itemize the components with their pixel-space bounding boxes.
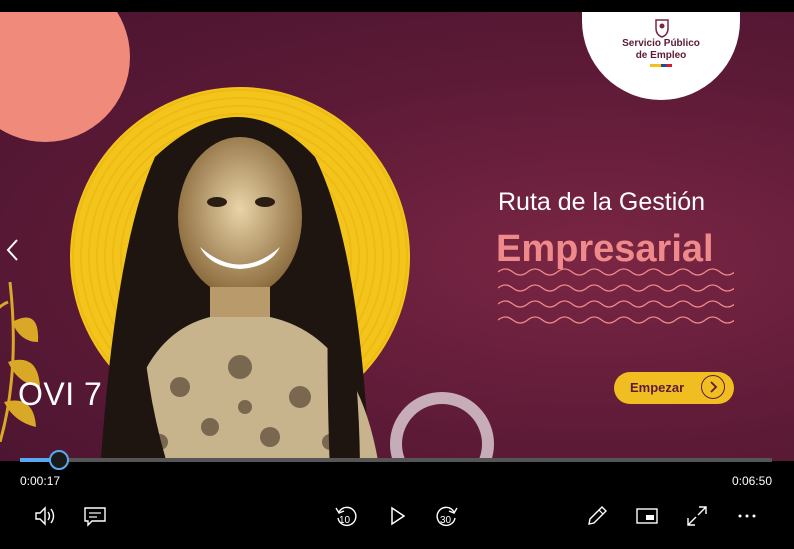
play-button[interactable] bbox=[384, 503, 410, 529]
subtitles-icon bbox=[84, 507, 106, 527]
edit-icon bbox=[588, 506, 607, 525]
play-icon bbox=[391, 506, 406, 526]
more-options-button[interactable] bbox=[734, 503, 760, 529]
video-frame[interactable]: Servicio Público de Empleo Ruta de la Ge… bbox=[0, 12, 794, 461]
start-button-label: Empezar bbox=[630, 380, 685, 395]
start-button[interactable]: Empezar bbox=[614, 372, 734, 404]
more-icon bbox=[738, 514, 756, 518]
volume-icon bbox=[35, 506, 55, 526]
skip-back-button[interactable]: 10 bbox=[333, 503, 359, 529]
logo-badge: Servicio Público de Empleo bbox=[582, 12, 740, 100]
leaf-decoration bbox=[0, 282, 40, 442]
skip-forward-button[interactable]: 30 bbox=[434, 503, 460, 529]
logo-line1: Servicio Público bbox=[622, 38, 700, 49]
logo-line2: de Empleo bbox=[635, 50, 687, 61]
mini-view-button[interactable] bbox=[634, 503, 660, 529]
fullscreen-icon bbox=[687, 506, 707, 526]
seek-bar[interactable] bbox=[20, 450, 772, 470]
crest-icon bbox=[655, 19, 669, 38]
subtitles-button[interactable] bbox=[82, 503, 108, 529]
chevron-right-icon bbox=[701, 375, 725, 399]
edit-button[interactable] bbox=[584, 503, 610, 529]
video-overlay-title: OVI 7 bbox=[18, 376, 103, 412]
title-line2: Empresarial bbox=[496, 228, 714, 270]
skip-forward-seconds: 30 bbox=[440, 515, 452, 526]
wave-decoration bbox=[498, 268, 734, 324]
skip-back-seconds: 10 bbox=[339, 515, 351, 526]
mini-view-icon bbox=[636, 508, 658, 524]
seek-bar-thumb[interactable] bbox=[49, 450, 70, 470]
fullscreen-button[interactable] bbox=[684, 503, 710, 529]
total-time: 0:06:50 bbox=[731, 474, 772, 488]
volume-button[interactable] bbox=[32, 503, 58, 529]
flag-stripe bbox=[650, 64, 672, 67]
title-line1: Ruta de la Gestión bbox=[498, 188, 706, 216]
current-time: 0:00:17 bbox=[20, 474, 61, 488]
presenter-photo bbox=[100, 117, 378, 461]
previous-arrow-icon[interactable] bbox=[2, 236, 22, 264]
